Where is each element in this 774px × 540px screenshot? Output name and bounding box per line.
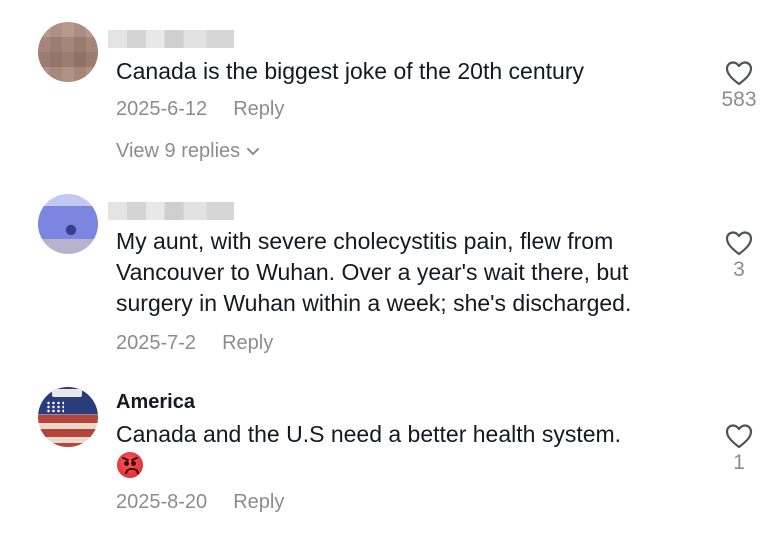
view-replies-button[interactable]: View 9 replies [116, 140, 260, 163]
like-button[interactable]: 3 [709, 230, 769, 282]
heart-outline-icon [725, 61, 753, 86]
comment-text: Canada and the U.S need a better health … [116, 421, 622, 447]
blurred-username[interactable] [108, 30, 234, 48]
comment-meta: 2025-7-2 Reply [116, 332, 273, 355]
like-count: 1 [733, 451, 745, 474]
comment-date: 2025-6-12 [116, 98, 208, 120]
like-button[interactable]: 1 [709, 423, 769, 475]
avatar-stars [46, 401, 64, 413]
comment-text: Canada is the biggest joke of the 20th c… [116, 58, 584, 84]
reply-button[interactable]: Reply [222, 332, 273, 354]
blurred-username[interactable] [108, 202, 234, 220]
like-count: 583 [721, 88, 757, 111]
comment-date: 2025-8-20 [116, 491, 208, 513]
reply-button[interactable]: Reply [233, 491, 284, 513]
chevron-down-icon [246, 140, 260, 163]
angry-face-icon [117, 452, 143, 478]
avatar[interactable] [38, 22, 98, 82]
comment-date: 2025-7-2 [116, 332, 197, 354]
comment-meta: 2025-6-12 Reply [116, 98, 284, 121]
comment-text: My aunt, with severe cholecystitis pain,… [116, 228, 632, 316]
reply-button[interactable]: Reply [233, 98, 284, 120]
like-count: 3 [733, 258, 745, 281]
comment-meta: 2025-8-20 Reply [116, 491, 284, 514]
avatar[interactable] [38, 194, 98, 254]
like-button[interactable]: 583 [709, 60, 769, 112]
view-replies-label: View 9 replies [116, 140, 241, 162]
comment-username[interactable]: America [116, 391, 195, 414]
avatar[interactable] [38, 387, 98, 447]
heart-outline-icon [725, 231, 753, 256]
heart-outline-icon [725, 424, 753, 449]
avatar-sign [52, 389, 82, 397]
